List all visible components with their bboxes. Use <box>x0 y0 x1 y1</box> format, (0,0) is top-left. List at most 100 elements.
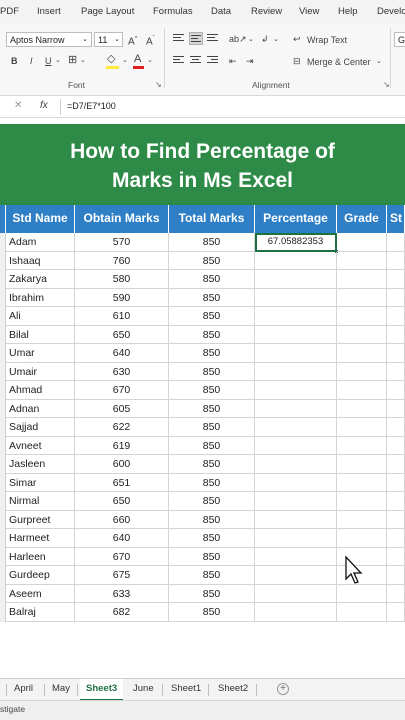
cell-percentage[interactable] <box>255 288 337 307</box>
cell-grade[interactable] <box>337 529 387 548</box>
cell-percentage[interactable] <box>255 270 337 289</box>
cell-grade[interactable] <box>337 436 387 455</box>
cell-percentage[interactable] <box>255 251 337 270</box>
align-right-icon[interactable] <box>207 56 218 65</box>
cell-std-name[interactable]: Harmeet <box>6 529 75 548</box>
header-status[interactable]: St <box>387 205 405 233</box>
cell-obtain-marks[interactable]: 590 <box>75 288 169 307</box>
insert-function-icon[interactable]: fx <box>40 100 48 111</box>
underline-icon[interactable]: U <box>45 55 52 67</box>
cell-status[interactable] <box>387 473 405 492</box>
cell-obtain-marks[interactable]: 660 <box>75 510 169 529</box>
sheet-tab-june[interactable]: June <box>133 683 154 694</box>
cell-std-name[interactable]: Adnan <box>6 399 75 418</box>
header-grade[interactable]: Grade <box>337 205 387 233</box>
cell-grade[interactable] <box>337 492 387 511</box>
sheet-tab-sheet1[interactable]: Sheet1 <box>171 683 201 694</box>
cell-std-name[interactable]: Gurdeep <box>6 566 75 585</box>
tab-help[interactable]: Help <box>338 6 358 17</box>
tab-insert[interactable]: Insert <box>37 6 61 17</box>
cell-std-name[interactable]: Ali <box>6 307 75 326</box>
cell-status[interactable] <box>387 529 405 548</box>
cell-total-marks[interactable]: 850 <box>169 418 255 437</box>
chevron-down-icon[interactable]: ⌄ <box>376 56 382 68</box>
cell-obtain-marks[interactable]: 570 <box>75 233 169 252</box>
cell-std-name[interactable]: Sajjad <box>6 418 75 437</box>
cell-obtain-marks[interactable]: 640 <box>75 344 169 363</box>
cell-percentage[interactable] <box>255 307 337 326</box>
cell-status[interactable] <box>387 270 405 289</box>
cell-grade[interactable] <box>337 344 387 363</box>
header-total-marks[interactable]: Total Marks <box>169 205 255 233</box>
font-name-dropdown[interactable]: Aptos Narrow ⌄ <box>6 32 92 47</box>
tab-developer[interactable]: Develo <box>377 6 405 17</box>
cell-total-marks[interactable]: 850 <box>169 492 255 511</box>
header-percentage[interactable]: Percentage <box>255 205 337 233</box>
cell-std-name[interactable]: Ahmad <box>6 381 75 400</box>
decrease-indent-icon[interactable]: ⇤ <box>229 55 237 67</box>
cell-percentage[interactable] <box>255 584 337 603</box>
cell-obtain-marks[interactable]: 622 <box>75 418 169 437</box>
cell-total-marks[interactable]: 850 <box>169 233 255 252</box>
cell-obtain-marks[interactable]: 633 <box>75 584 169 603</box>
cell-status[interactable] <box>387 344 405 363</box>
cell-obtain-marks[interactable]: 670 <box>75 381 169 400</box>
cell-total-marks[interactable]: 850 <box>169 436 255 455</box>
cell-grade[interactable] <box>337 325 387 344</box>
cell-percentage[interactable] <box>255 418 337 437</box>
font-color-icon[interactable]: A <box>134 53 141 65</box>
cell-percentage[interactable] <box>255 566 337 585</box>
cell-obtain-marks[interactable]: 650 <box>75 325 169 344</box>
tab-data[interactable]: Data <box>211 6 231 17</box>
merge-center-icon[interactable]: ⊟ <box>293 55 301 67</box>
cell-total-marks[interactable]: 850 <box>169 362 255 381</box>
cell-percentage[interactable] <box>255 603 337 622</box>
cell-obtain-marks[interactable]: 675 <box>75 566 169 585</box>
cell-total-marks[interactable]: 850 <box>169 547 255 566</box>
cell-grade[interactable] <box>337 473 387 492</box>
cell-std-name[interactable]: Ibrahim <box>6 288 75 307</box>
cell-std-name[interactable]: Harleen <box>6 547 75 566</box>
header-obtain-marks[interactable]: Obtain Marks <box>75 205 169 233</box>
cell-obtain-marks[interactable]: 682 <box>75 603 169 622</box>
orientation-icon[interactable]: ab↗ <box>229 33 247 45</box>
cell-std-name[interactable]: Jasleen <box>6 455 75 474</box>
header-std-name[interactable]: Std Name <box>6 205 75 233</box>
cell-total-marks[interactable]: 850 <box>169 455 255 474</box>
chevron-down-icon[interactable]: ⌄ <box>55 55 61 67</box>
cell-std-name[interactable]: Gurpreet <box>6 510 75 529</box>
tab-view[interactable]: View <box>299 6 319 17</box>
alignment-dialog-launcher-icon[interactable]: ↘ <box>383 80 390 89</box>
cancel-icon[interactable]: ✕ <box>14 100 22 111</box>
cell-percentage[interactable]: 67.05882353 <box>255 233 337 252</box>
cell-std-name[interactable]: Avneet <box>6 436 75 455</box>
cell-std-name[interactable]: Umair <box>6 362 75 381</box>
cell-grade[interactable] <box>337 455 387 474</box>
cell-status[interactable] <box>387 399 405 418</box>
cell-std-name[interactable]: Aseem <box>6 584 75 603</box>
cell-status[interactable] <box>387 288 405 307</box>
cell-obtain-marks[interactable]: 580 <box>75 270 169 289</box>
cell-percentage[interactable] <box>255 325 337 344</box>
cell-std-name[interactable]: Ishaaq <box>6 251 75 270</box>
cell-grade[interactable] <box>337 603 387 622</box>
cell-status[interactable] <box>387 233 405 252</box>
cell-grade[interactable] <box>337 307 387 326</box>
align-top-icon[interactable] <box>173 34 184 43</box>
tab-pdf[interactable]: PDF <box>0 6 19 17</box>
cell-percentage[interactable] <box>255 436 337 455</box>
cell-total-marks[interactable]: 850 <box>169 399 255 418</box>
increase-indent-icon[interactable]: ⇥ <box>246 55 254 67</box>
italic-icon[interactable]: I <box>30 55 33 67</box>
increase-font-icon[interactable]: A^ <box>128 33 138 48</box>
cell-total-marks[interactable]: 850 <box>169 566 255 585</box>
cell-status[interactable] <box>387 381 405 400</box>
cell-status[interactable] <box>387 603 405 622</box>
cell-percentage[interactable] <box>255 547 337 566</box>
cell-grade[interactable] <box>337 233 387 252</box>
cell-std-name[interactable]: Nirmal <box>6 492 75 511</box>
cell-total-marks[interactable]: 850 <box>169 510 255 529</box>
cell-grade[interactable] <box>337 362 387 381</box>
sheet-tab-april[interactable]: April <box>14 683 33 694</box>
cell-total-marks[interactable]: 850 <box>169 529 255 548</box>
